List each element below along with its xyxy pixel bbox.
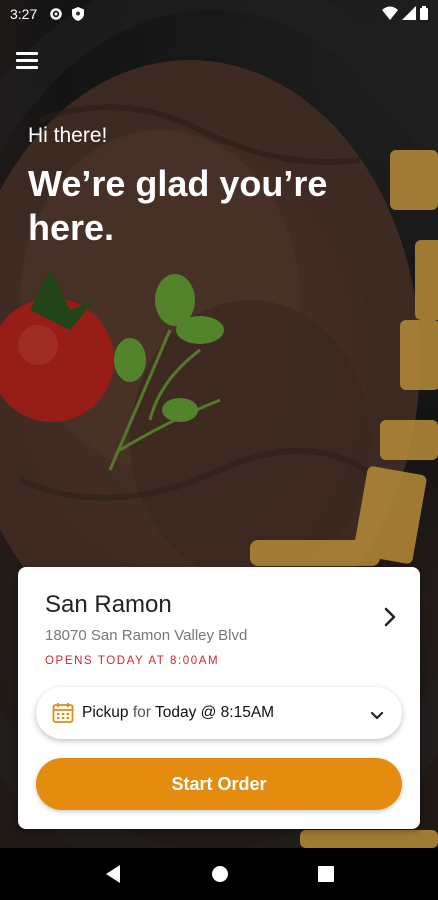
location-address: 18070 San Ramon Valley Blvd — [45, 627, 248, 644]
chevron-right-icon[interactable] — [382, 605, 398, 629]
back-icon[interactable] — [104, 864, 122, 884]
battery-icon — [420, 5, 428, 23]
location-card: San Ramon 18070 San Ramon Valley Blvd OP… — [18, 567, 420, 829]
greeting-text: Hi there! — [28, 124, 108, 147]
start-order-button[interactable]: Start Order — [36, 758, 402, 810]
pickup-text: Pickup for Today @ 8:15AM — [82, 704, 274, 722]
order-mode: Pickup — [82, 704, 129, 721]
signal-icon — [402, 5, 416, 23]
calendar-icon — [52, 702, 74, 724]
location-name[interactable]: San Ramon — [45, 591, 172, 619]
status-time: 3:27 — [10, 6, 38, 22]
headline-text: We’re glad you’re here. — [28, 163, 328, 248]
chevron-down-icon — [370, 708, 384, 720]
order-connector: for — [132, 704, 151, 721]
menu-icon[interactable] — [16, 52, 38, 72]
shield-icon — [71, 7, 85, 21]
system-nav-bar — [0, 848, 438, 900]
home-icon[interactable] — [211, 865, 229, 883]
location-hours-status: OPENS TODAY AT 8:00AM — [45, 655, 220, 667]
settings-icon — [49, 7, 63, 21]
wifi-icon — [382, 6, 398, 23]
recents-icon[interactable] — [317, 866, 334, 882]
status-bar: 3:27 — [0, 0, 438, 28]
order-time: Today @ 8:15AM — [154, 704, 275, 721]
pickup-time-selector[interactable]: Pickup for Today @ 8:15AM — [36, 687, 402, 739]
